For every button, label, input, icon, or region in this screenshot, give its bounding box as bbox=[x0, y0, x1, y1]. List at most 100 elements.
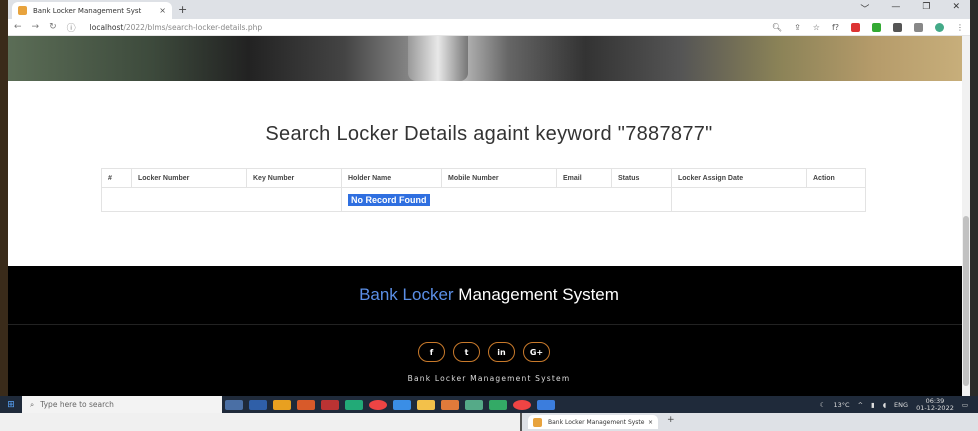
address-bar[interactable]: localhost /2022/blms/search-locker-detai… bbox=[90, 23, 262, 32]
sidebar-icon[interactable] bbox=[914, 22, 923, 32]
system-tray: ☾ 13°C ^ ▮ ◖ ENG 06:39 01-12-2022 ▭ bbox=[820, 397, 978, 412]
zoom-icon[interactable]: 🔍︎ bbox=[772, 23, 782, 32]
chrome-icon[interactable] bbox=[369, 399, 387, 410]
col-locker-number: Locker Number bbox=[131, 168, 247, 188]
app-icon[interactable] bbox=[513, 399, 531, 410]
brand-highlight: Bank Locker bbox=[359, 285, 454, 304]
col-index: # bbox=[101, 168, 132, 188]
volume-icon[interactable]: ◖ bbox=[883, 401, 886, 409]
site-footer: Bank Locker Management System f t in G+ … bbox=[8, 266, 970, 396]
col-key-number: Key Number bbox=[246, 168, 342, 188]
background-browser-window: Bank Locker Management Syste × + bbox=[520, 413, 978, 431]
brand-rest: Management System bbox=[453, 285, 619, 304]
network-icon[interactable]: ▮ bbox=[871, 401, 875, 409]
folder-icon[interactable] bbox=[417, 399, 435, 410]
favicon-icon bbox=[533, 417, 542, 427]
app-icon[interactable] bbox=[537, 399, 555, 410]
no-record-message: No Record Found bbox=[348, 193, 430, 206]
col-status: Status bbox=[611, 168, 672, 188]
close-window-button[interactable]: ✕ bbox=[952, 2, 960, 15]
url-host: localhost bbox=[89, 22, 124, 32]
reload-icon[interactable]: ↻ bbox=[49, 22, 57, 32]
browser-tab[interactable]: Bank Locker Management Syst × bbox=[12, 2, 172, 19]
windows-start-icon[interactable]: ⊞ bbox=[0, 400, 22, 410]
maximize-button[interactable]: ❐ bbox=[922, 2, 930, 15]
desktop-edge bbox=[0, 0, 8, 431]
footer-divider bbox=[8, 324, 970, 325]
table-header-row: # Locker Number Key Number Holder Name M… bbox=[101, 168, 866, 188]
facebook-icon[interactable]: f bbox=[418, 342, 445, 362]
google-plus-icon[interactable]: G+ bbox=[523, 342, 550, 362]
footer-subtitle: Bank Locker Management System bbox=[407, 374, 571, 383]
empty-message-cell: No Record Found bbox=[341, 187, 672, 212]
puzzle-icon[interactable] bbox=[893, 22, 902, 32]
weather-icon[interactable]: ☾ bbox=[820, 401, 826, 409]
app-icon[interactable] bbox=[393, 399, 411, 410]
col-email: Email bbox=[556, 168, 612, 188]
main-section: Search Locker Details againt keyword "78… bbox=[8, 81, 970, 266]
scrollbar-thumb[interactable] bbox=[963, 216, 969, 386]
bookmark-star-icon[interactable]: ☆ bbox=[813, 23, 820, 32]
extension-icon[interactable] bbox=[872, 22, 881, 32]
search-icon: ⌕ bbox=[30, 399, 35, 409]
browser-window: Bank Locker Management Syst × + ﹀ — ❐ ✕ … bbox=[8, 0, 970, 396]
app-icon[interactable] bbox=[441, 399, 459, 410]
footer-brand[interactable]: Bank Locker Management System bbox=[8, 285, 970, 305]
minimize-button[interactable]: — bbox=[891, 2, 900, 15]
col-locker-assign-date: Locker Assign Date bbox=[671, 168, 807, 188]
background-tab[interactable]: Bank Locker Management Syste × bbox=[528, 415, 658, 429]
page-scrollbar[interactable] bbox=[962, 36, 970, 396]
share-icon[interactable]: ⇪ bbox=[794, 23, 801, 32]
menu-kebab-icon[interactable]: ⋮ bbox=[956, 23, 964, 32]
dribbble-icon[interactable]: in bbox=[488, 342, 515, 362]
tab-close-icon[interactable]: × bbox=[159, 6, 166, 15]
app-icon[interactable] bbox=[297, 399, 315, 410]
back-icon[interactable]: ← bbox=[14, 22, 22, 32]
tray-chevron-icon[interactable]: ^ bbox=[858, 401, 863, 409]
notification-icon[interactable]: ▭ bbox=[962, 401, 968, 409]
windows-taskbar: ⊞ ⌕ Type here to search ☾ 13°C ^ ▮ ◖ ENG… bbox=[0, 396, 978, 413]
url-path: /2022/blms/search-locker-details.php bbox=[123, 22, 263, 32]
taskbar-search-input[interactable]: ⌕ Type here to search bbox=[22, 396, 222, 413]
font-ext-icon[interactable]: f? bbox=[832, 23, 839, 32]
weather-temp[interactable]: 13°C bbox=[834, 401, 850, 409]
forward-icon[interactable]: → bbox=[32, 22, 40, 32]
clock-date: 01-12-2022 bbox=[916, 403, 954, 412]
table-cell bbox=[671, 187, 866, 212]
col-holder-name: Holder Name bbox=[341, 168, 442, 188]
hero-banner-image bbox=[8, 36, 970, 81]
search-placeholder: Type here to search bbox=[40, 400, 114, 409]
tab-bar: Bank Locker Management Syst × + ﹀ — ❐ ✕ bbox=[8, 0, 970, 19]
background-tab-close-icon[interactable]: × bbox=[648, 419, 653, 426]
extension-icon[interactable] bbox=[851, 22, 860, 32]
app-icon[interactable] bbox=[273, 399, 291, 410]
window-controls: ﹀ — ❐ ✕ bbox=[860, 2, 960, 15]
twitter-icon[interactable]: t bbox=[453, 342, 480, 362]
language-indicator[interactable]: ENG bbox=[894, 401, 908, 409]
table-cell bbox=[101, 187, 342, 212]
app-icon[interactable] bbox=[321, 399, 339, 410]
favicon-icon bbox=[18, 6, 27, 15]
clock[interactable]: 06:39 01-12-2022 bbox=[916, 397, 954, 412]
page-content: Search Locker Details againt keyword "78… bbox=[8, 36, 970, 396]
table-row: No Record Found bbox=[101, 187, 866, 212]
col-mobile-number: Mobile Number bbox=[441, 168, 557, 188]
locker-results-table: # Locker Number Key Number Holder Name M… bbox=[101, 168, 866, 212]
padlock-image bbox=[408, 36, 468, 81]
background-new-tab-button[interactable]: + bbox=[667, 415, 675, 425]
profile-avatar[interactable] bbox=[935, 22, 944, 32]
background-tab-title: Bank Locker Management Syste bbox=[548, 418, 645, 426]
app-icon[interactable] bbox=[465, 399, 483, 410]
app-icon[interactable] bbox=[489, 399, 507, 410]
new-tab-button[interactable]: + bbox=[178, 3, 187, 16]
app-icon[interactable] bbox=[249, 399, 267, 410]
tab-search-icon[interactable]: ﹀ bbox=[860, 2, 869, 15]
site-info-icon[interactable]: ⓘ bbox=[67, 21, 76, 34]
browser-toolbar: ← → ↻ ⓘ localhost /2022/blms/search-lock… bbox=[8, 19, 970, 36]
task-view-icon[interactable] bbox=[225, 399, 243, 410]
social-links: f t in G+ bbox=[418, 342, 550, 362]
tab-title: Bank Locker Management Syst bbox=[33, 6, 142, 15]
col-action: Action bbox=[806, 168, 866, 188]
page-title: Search Locker Details againt keyword "78… bbox=[265, 123, 713, 145]
app-icon[interactable] bbox=[345, 399, 363, 410]
